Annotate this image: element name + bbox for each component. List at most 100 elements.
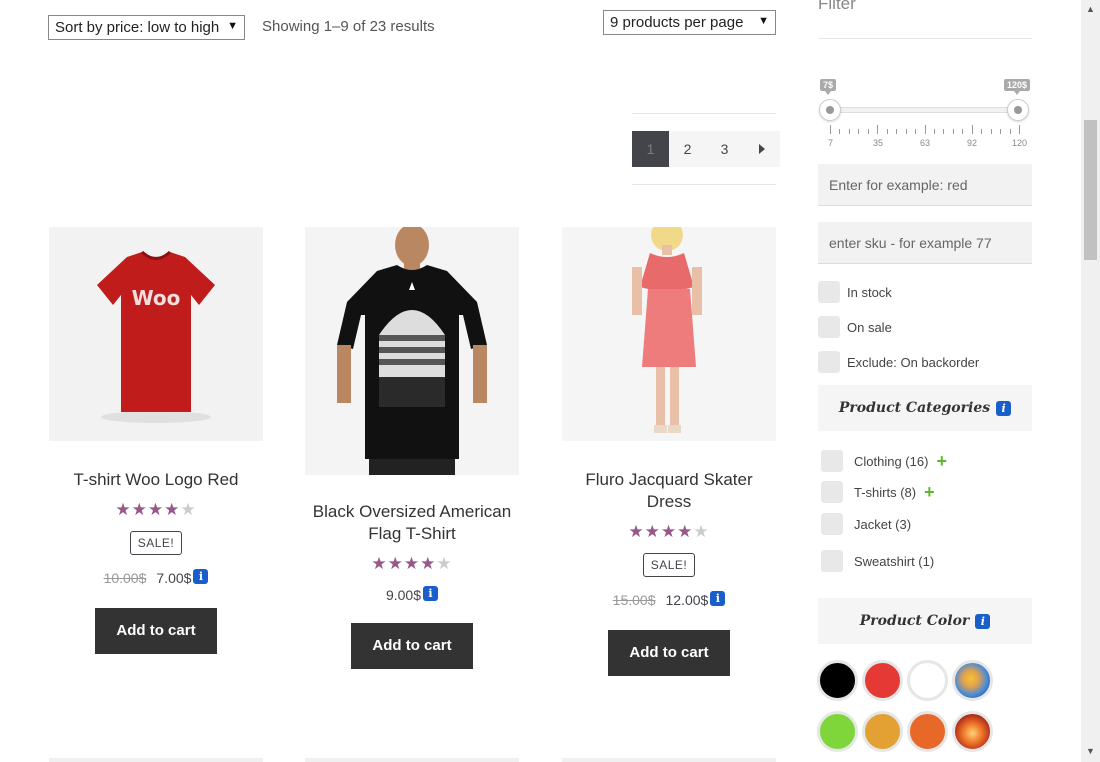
- text-search-input[interactable]: Enter for example: red: [818, 164, 1032, 206]
- product-price: 15.00$ 12.00$ i: [562, 591, 776, 608]
- add-to-cart-button[interactable]: Add to cart: [351, 623, 473, 669]
- price-min-label: 7$: [820, 79, 837, 95]
- page-3[interactable]: 3: [706, 131, 743, 167]
- info-icon[interactable]: i: [423, 586, 439, 601]
- rating-stars: ★★★★★: [628, 522, 710, 541]
- product-card: Black Oversized American Flag T-Shirt ★★…: [305, 227, 519, 669]
- product-image[interactable]: [305, 227, 519, 475]
- divider: [818, 38, 1032, 39]
- current-price: 9.00$: [385, 587, 422, 603]
- info-icon[interactable]: i: [996, 400, 1012, 416]
- product-title[interactable]: Black Oversized American Flag T-Shirt: [305, 501, 519, 545]
- tick-label: 7: [828, 138, 834, 148]
- category-label: Jacket (3): [854, 516, 912, 532]
- sale-badge: SALE!: [642, 553, 696, 577]
- sku-search-input[interactable]: enter sku - for example 77: [818, 222, 1032, 264]
- slider-tick: [867, 129, 869, 134]
- info-icon[interactable]: i: [710, 591, 726, 606]
- scroll-down-icon[interactable]: ▼: [1086, 746, 1095, 756]
- tick-label: 92: [967, 138, 978, 148]
- checkbox[interactable]: [821, 513, 843, 535]
- category-label: Clothing (16): [854, 453, 929, 469]
- product-image[interactable]: [562, 227, 776, 441]
- page-2[interactable]: 2: [669, 131, 706, 167]
- per-page-value: 9 products per page: [610, 14, 744, 31]
- slider-ticks: [830, 124, 1020, 134]
- scrollbar[interactable]: ▲ ▼: [1081, 0, 1100, 762]
- checkbox[interactable]: [821, 450, 843, 472]
- expand-plus-icon[interactable]: +: [936, 452, 947, 470]
- price-slider-max-handle[interactable]: [1007, 99, 1029, 121]
- product-card: Woo T-shirt Woo Logo Red ★★★★★ SALE! 10.…: [49, 227, 263, 654]
- current-price: 12.00$: [665, 592, 709, 608]
- filter-title: Filter: [818, 0, 856, 13]
- tick-label: 63: [920, 138, 931, 148]
- slider-tick: [1019, 125, 1020, 134]
- color-swatch-image[interactable]: [952, 711, 993, 752]
- product-title[interactable]: T-shirt Woo Logo Red: [49, 469, 263, 491]
- color-swatch-yellow[interactable]: [862, 711, 903, 752]
- category-clothing[interactable]: Clothing (16) +: [821, 450, 947, 472]
- category-label: T-shirts (8): [854, 484, 917, 500]
- rating-stars: ★★★★★: [115, 500, 197, 519]
- slider-tick: [848, 129, 850, 134]
- scroll-up-icon[interactable]: ▲: [1086, 4, 1095, 14]
- product-categories-header: Product Categories i: [818, 385, 1032, 431]
- chevron-down-icon: ▼: [227, 20, 238, 32]
- slider-tick: [990, 129, 992, 134]
- price-slider-track[interactable]: [830, 107, 1018, 113]
- exclude-backorder-filter[interactable]: Exclude: On backorder: [818, 351, 979, 373]
- color-swatch-black[interactable]: [817, 660, 858, 701]
- tick-label: 120: [1012, 138, 1028, 148]
- product-image-partial: [305, 758, 519, 762]
- category-jacket[interactable]: Jacket (3): [821, 513, 911, 535]
- rating-stars: ★★★★★: [371, 554, 453, 573]
- next-page-button[interactable]: [743, 131, 780, 167]
- product-price: 10.00$ 7.00$ i: [49, 569, 263, 586]
- checkbox-label: In stock: [847, 284, 892, 300]
- checkbox[interactable]: [821, 550, 843, 572]
- widget-title: Product Color: [859, 613, 970, 629]
- per-page-select[interactable]: 9 products per page ▼: [603, 10, 776, 35]
- slider-tick: [1009, 129, 1011, 134]
- slider-tick: [830, 125, 831, 134]
- page-1[interactable]: 1: [632, 131, 669, 167]
- checkbox[interactable]: [821, 481, 843, 503]
- add-to-cart-button[interactable]: Add to cart: [608, 630, 730, 676]
- divider: [632, 184, 776, 185]
- info-icon[interactable]: i: [193, 569, 209, 584]
- widget-title: Product Categories: [838, 400, 991, 416]
- in-stock-filter[interactable]: In stock: [818, 281, 892, 303]
- color-swatch-green[interactable]: [817, 711, 858, 752]
- add-to-cart-button[interactable]: Add to cart: [95, 608, 217, 654]
- current-price: 7.00$: [156, 570, 192, 586]
- price-max-label: 120$: [1004, 79, 1031, 95]
- info-icon[interactable]: i: [975, 613, 991, 629]
- checkbox[interactable]: [818, 316, 840, 338]
- result-count: Showing 1–9 of 23 results: [262, 18, 435, 35]
- product-price: 9.00$ i: [305, 586, 519, 603]
- slider-tick: [981, 129, 983, 134]
- product-color-header: Product Color i: [818, 598, 1032, 644]
- expand-plus-icon[interactable]: +: [924, 483, 935, 501]
- color-swatch-image[interactable]: [952, 660, 993, 701]
- checkbox[interactable]: [818, 351, 840, 373]
- scroll-thumb[interactable]: [1084, 120, 1097, 260]
- checkbox[interactable]: [818, 281, 840, 303]
- black-flag-tshirt-image: [337, 227, 487, 475]
- category-tshirts[interactable]: T-shirts (8) +: [821, 481, 935, 503]
- on-sale-filter[interactable]: On sale: [818, 316, 892, 338]
- slider-tick: [877, 125, 879, 134]
- product-image[interactable]: Woo: [49, 227, 263, 441]
- divider: [632, 113, 776, 114]
- color-swatch-orange[interactable]: [907, 711, 948, 752]
- red-tshirt-image: Woo: [97, 250, 215, 423]
- product-title[interactable]: Fluro Jacquard Skater Dress: [562, 469, 776, 513]
- color-swatch-white[interactable]: [907, 660, 948, 701]
- sort-select[interactable]: Sort by price: low to high ▼: [48, 15, 245, 40]
- slider-tick: [839, 129, 841, 134]
- price-slider-min-handle[interactable]: [819, 99, 841, 121]
- category-sweatshirt[interactable]: Sweatshirt (1): [821, 550, 934, 572]
- arrow-right-icon: [758, 144, 765, 154]
- color-swatch-red[interactable]: [862, 660, 903, 701]
